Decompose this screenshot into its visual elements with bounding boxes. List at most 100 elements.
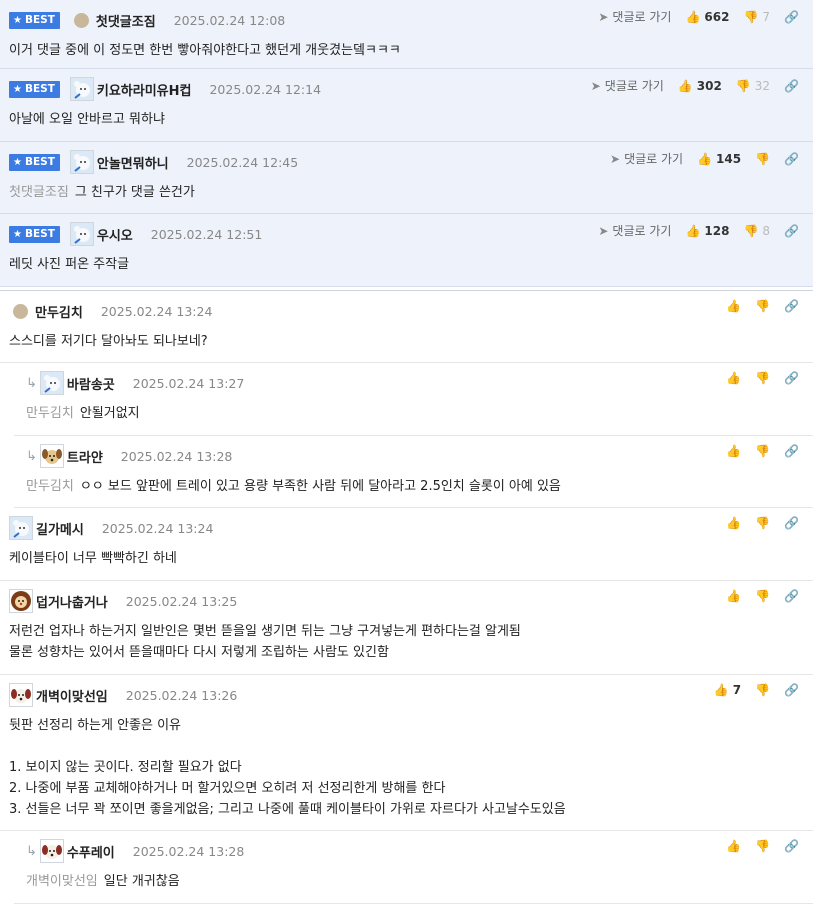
comment-body: 케이블타이 너무 빡빡하긴 하네 <box>9 548 803 569</box>
goto-comment-link[interactable]: ➤ 댓글로 가기 <box>591 77 664 94</box>
downvote-count: 7 <box>762 9 771 24</box>
comment-body: 이거 댓글 중에 이 정도면 한번 빻아줘야한다고 했던게 개웃겼는뎈ㅋㅋㅋ <box>9 40 803 61</box>
comment-text: 케이블타이 너무 빡빡하긴 하네 <box>9 551 177 566</box>
downvote-button[interactable]: 👎 <box>755 299 770 313</box>
upvote-button[interactable]: 👍 <box>726 516 741 530</box>
best-comment: ★ BEST 키요하라미유H컵 2025.02.24 12:14 아날에 오일 안… <box>0 69 813 142</box>
thumbs-up-icon: 👍 <box>726 516 742 530</box>
downvote-button[interactable]: 👎 8 <box>743 224 770 238</box>
copy-link-icon[interactable]: 🔗 <box>784 10 799 24</box>
copy-link-icon[interactable]: 🔗 <box>784 516 799 530</box>
best-comment: ★ BEST 우시오 2025.02.24 12:51 레딧 사진 퍼온 주작글 … <box>0 214 813 287</box>
comment-header: 덥거나춥거나 2025.02.24 13:25 <box>9 589 237 613</box>
copy-link-icon[interactable]: 🔗 <box>784 79 799 93</box>
reply-comment: ↳ 바람송곳 2025.02.24 13:27 만두김치 안될거없지 👍 👎 🔗 <box>14 363 813 436</box>
mention-nickname[interactable]: 만두김치 <box>26 406 74 421</box>
star-icon: ★ <box>13 228 22 240</box>
upvote-button[interactable]: 👍 302 <box>678 79 722 93</box>
timestamp: 2025.02.24 13:27 <box>132 375 245 391</box>
upvote-button[interactable]: 👍 128 <box>685 224 729 238</box>
nickname[interactable]: 첫댓글조짐 <box>96 11 156 30</box>
avatar[interactable] <box>39 371 64 395</box>
timestamp: 2025.02.24 12:51 <box>150 226 263 242</box>
downvote-button[interactable]: 👎 <box>755 683 770 697</box>
avatar[interactable] <box>69 222 94 246</box>
upvote-button[interactable]: 👍 <box>726 589 741 603</box>
comment-body: 아날에 오일 안바르고 뭐하냐 <box>9 109 803 130</box>
goto-comment-link[interactable]: ➤ 댓글로 가기 <box>598 222 671 239</box>
nickname[interactable]: 우시오 <box>97 225 133 244</box>
copy-link-icon[interactable]: 🔗 <box>784 371 799 385</box>
nickname[interactable]: 수푸레이 <box>67 842 115 861</box>
comment: 길가메시 2025.02.24 13:24 케이블타이 너무 빡빡하긴 하네 👍… <box>0 508 813 581</box>
goto-comment-link[interactable]: ➤ 댓글로 가기 <box>610 150 683 167</box>
thumbs-down-icon: 👎 <box>755 444 771 458</box>
downvote-count: 32 <box>754 78 771 93</box>
copy-link-icon[interactable]: 🔗 <box>784 839 799 853</box>
downvote-button[interactable]: 👎 <box>755 371 770 385</box>
nickname[interactable]: 길가메시 <box>36 519 84 538</box>
nickname[interactable]: 바람송곳 <box>67 374 115 393</box>
goto-comment-link[interactable]: ➤ 댓글로 가기 <box>598 8 671 25</box>
downvote-button[interactable]: 👎 32 <box>736 79 770 93</box>
nickname[interactable]: 만두김치 <box>35 302 83 321</box>
downvote-button[interactable]: 👎 <box>755 444 770 458</box>
copy-link-icon[interactable]: 🔗 <box>784 299 799 313</box>
timestamp: 2025.02.24 13:24 <box>101 520 214 536</box>
upvote-button[interactable]: 👍 <box>726 839 741 853</box>
reply-arrow-icon: ↳ <box>26 843 37 859</box>
avatar[interactable] <box>73 12 89 28</box>
timestamp: 2025.02.24 12:08 <box>173 12 286 28</box>
comment-body: 저런건 업자나 하는거지 일반인은 몇번 뜯을일 생기면 뒤는 그냥 구겨넣는게… <box>9 621 803 663</box>
nickname[interactable]: 트라얀 <box>67 447 103 466</box>
upvote-button[interactable]: 👍 <box>726 444 741 458</box>
thumbs-up-icon: 👍 <box>726 299 742 313</box>
comment-actions: ➤ 댓글로 가기 👍 145 👎 🔗 <box>610 150 799 167</box>
nickname[interactable]: 개벽이맞선임 <box>36 686 108 705</box>
avatar[interactable] <box>9 516 33 540</box>
upvote-button[interactable]: 👍 145 <box>697 152 741 166</box>
avatar[interactable] <box>39 839 64 863</box>
comment-text: 뒷판 선정리 하는게 안좋은 이유 1. 보이지 않는 곳이다. 정리할 필요가… <box>9 718 566 817</box>
goto-comment-label: 댓글로 가기 <box>604 79 664 93</box>
upvote-button[interactable]: 👍 <box>726 371 741 385</box>
timestamp: 2025.02.24 12:14 <box>209 81 322 97</box>
copy-link-icon[interactable]: 🔗 <box>784 683 799 697</box>
comment-header: 길가메시 2025.02.24 13:24 <box>9 516 214 540</box>
upvote-button[interactable]: 👍 662 <box>685 10 729 24</box>
avatar[interactable] <box>13 303 28 319</box>
downvote-button[interactable]: 👎 <box>755 839 770 853</box>
avatar[interactable] <box>69 77 94 101</box>
avatar[interactable] <box>9 683 33 707</box>
nickname[interactable]: 안놀면뭐하니 <box>97 153 169 172</box>
best-badge: ★ BEST <box>9 80 60 98</box>
mention-nickname[interactable]: 첫댓글조짐 <box>9 185 69 200</box>
mention-nickname[interactable]: 만두김치 <box>26 479 74 494</box>
mention-nickname[interactable]: 개벽이맞선임 <box>26 874 98 889</box>
downvote-button[interactable]: 👎 <box>755 589 770 603</box>
avatar[interactable] <box>9 589 33 613</box>
best-badge: ★ BEST <box>9 153 60 171</box>
copy-link-icon[interactable]: 🔗 <box>784 589 799 603</box>
best-badge-label: BEST <box>24 228 55 240</box>
downvote-button[interactable]: 👎 7 <box>743 10 770 24</box>
downvote-button[interactable]: 👎 <box>755 152 770 166</box>
upvote-button[interactable]: 👍 <box>726 299 741 313</box>
thumbs-up-icon: 👍 <box>726 839 742 853</box>
upvote-count: 7 <box>732 683 742 697</box>
avatar[interactable] <box>69 150 94 174</box>
copy-link-icon[interactable]: 🔗 <box>784 152 799 166</box>
copy-link-icon[interactable]: 🔗 <box>784 444 799 458</box>
comment-body: 뒷판 선정리 하는게 안좋은 이유 1. 보이지 않는 곳이다. 정리할 필요가… <box>9 715 803 820</box>
upvote-button[interactable]: 👍 7 <box>714 683 741 697</box>
nickname[interactable]: 덥거나춥거나 <box>36 592 108 611</box>
upvote-count: 128 <box>704 223 730 238</box>
nickname[interactable]: 키요하라미유H컵 <box>97 80 192 99</box>
copy-link-icon[interactable]: 🔗 <box>784 224 799 238</box>
goto-comment-label: 댓글로 가기 <box>612 224 672 238</box>
comment-actions: ➤ 댓글로 가기 👍 128 👎 8 🔗 <box>598 222 799 239</box>
best-badge-label: BEST <box>24 156 55 168</box>
downvote-button[interactable]: 👎 <box>755 516 770 530</box>
avatar[interactable] <box>39 444 64 468</box>
best-comment: ★ BEST 첫댓글조짐 2025.02.24 12:08 이거 댓글 중에 이 … <box>0 0 813 69</box>
